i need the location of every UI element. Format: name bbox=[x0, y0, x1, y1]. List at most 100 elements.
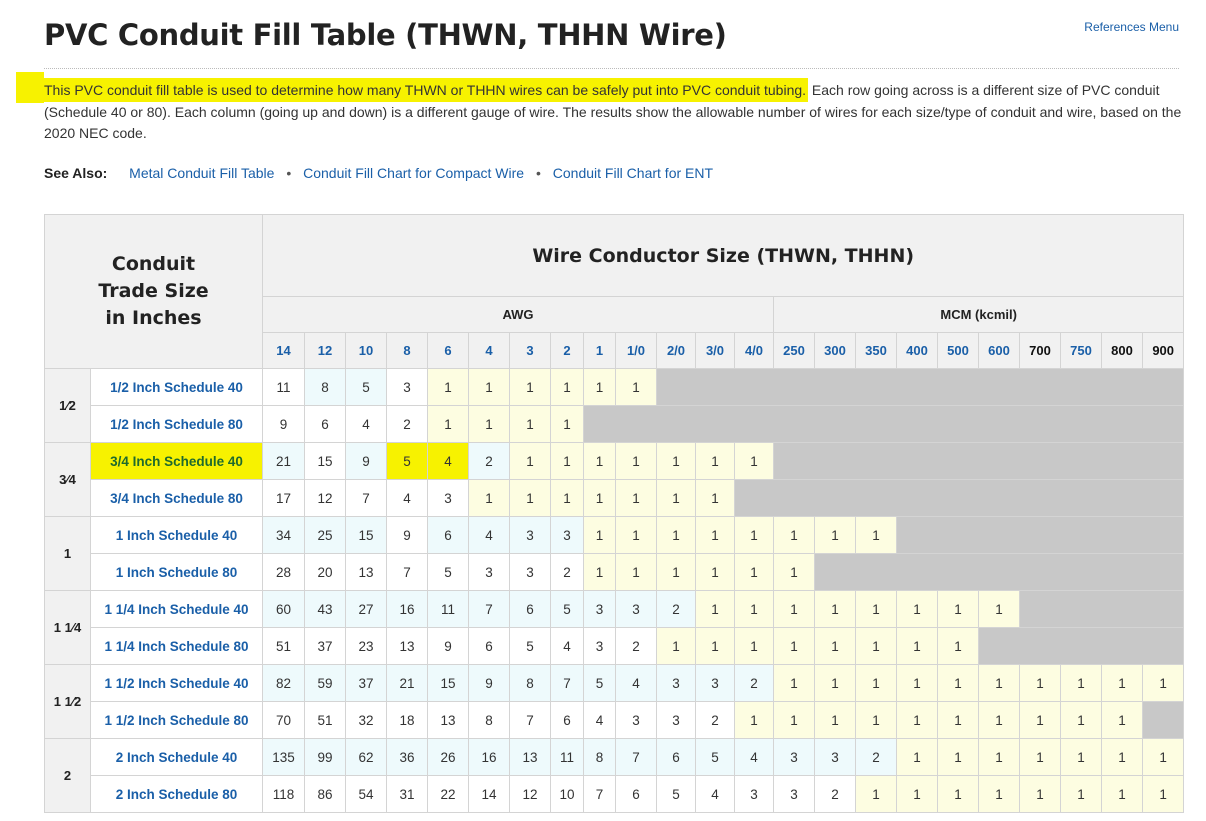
conduit-size-cell: 2 bbox=[44, 738, 91, 813]
fill-count-cell: 17 bbox=[262, 479, 305, 517]
fill-count-cell: 60 bbox=[262, 590, 305, 628]
table-row: 1⁄2 1/2 Inch Schedule 40 11 8 5 3 1 1 1 1 1 1 bbox=[44, 368, 1185, 443]
fill-count-cell: 6 bbox=[656, 738, 696, 776]
fill-count-cell: 2 bbox=[656, 590, 696, 628]
conduit-type-link[interactable]: 3/4 Inch Schedule 80 bbox=[90, 479, 263, 517]
fill-count-cell: 99 bbox=[304, 738, 346, 776]
gauge-header: 350 bbox=[855, 332, 897, 369]
conduit-type-link[interactable]: 1/2 Inch Schedule 80 bbox=[90, 405, 263, 443]
fill-count-cell: 22 bbox=[427, 775, 469, 813]
fill-count-cell: 5 bbox=[509, 627, 551, 665]
table-row: 3⁄4 3/4 Inch Schedule 40 21 15 9 5 4 2 1 1 1 1 1 1 1 bbox=[44, 442, 1185, 517]
gauge-header: 8 bbox=[386, 332, 428, 369]
conduit-type-link[interactable]: 2 Inch Schedule 40 bbox=[90, 738, 263, 776]
fill-count-cell: 31 bbox=[386, 775, 428, 813]
fill-count-cell: 1 bbox=[937, 701, 979, 739]
fill-count-cell: 2 bbox=[615, 627, 657, 665]
fill-count-cell: 1 bbox=[814, 701, 856, 739]
compact-wire-fill-link[interactable]: Conduit Fill Chart for Compact Wire bbox=[303, 165, 524, 181]
conduit-type-link[interactable]: 1 1/2 Inch Schedule 80 bbox=[90, 701, 263, 739]
fill-count-cell: 1 bbox=[615, 442, 657, 480]
fill-count-cell: 9 bbox=[427, 627, 469, 665]
fill-count-cell: 1 bbox=[1060, 701, 1102, 739]
conduit-type-link[interactable]: 1 1/2 Inch Schedule 40 bbox=[90, 664, 263, 702]
fill-count-cell: 1 bbox=[896, 738, 938, 776]
fill-count-cell: 6 bbox=[427, 516, 469, 554]
conduit-size-cell: 3⁄4 bbox=[44, 442, 91, 517]
fill-count-cell: 13 bbox=[386, 627, 428, 665]
fill-count-cell: 21 bbox=[386, 664, 428, 702]
fill-count-cell: 1 bbox=[1141, 664, 1185, 702]
fill-count-cell: 27 bbox=[345, 590, 387, 628]
fill-count-cell: 1 bbox=[1101, 738, 1143, 776]
fill-count-cell: 7 bbox=[468, 590, 510, 628]
fill-count-cell: 3 bbox=[773, 775, 815, 813]
fill-count-cell: 1 bbox=[937, 664, 979, 702]
fill-count-cell: 1 bbox=[773, 627, 815, 665]
conduit-type-link[interactable]: 3/4 Inch Schedule 40 bbox=[90, 442, 263, 480]
fill-count-cell: 13 bbox=[345, 553, 387, 591]
fill-count-cell: 8 bbox=[509, 664, 551, 702]
fill-count-cell: 1 bbox=[615, 368, 657, 406]
fill-count-cell: 1 bbox=[896, 775, 938, 813]
fill-count-cell: 8 bbox=[304, 368, 346, 406]
references-menu-link[interactable]: References Menu bbox=[1084, 20, 1179, 34]
fill-count-cell: 3 bbox=[427, 479, 469, 517]
fill-count-cell: 1 bbox=[734, 516, 774, 554]
fill-count-cell: 1 bbox=[1019, 738, 1061, 776]
fill-count-cell: 1 bbox=[583, 516, 616, 554]
fill-count-cell: 18 bbox=[386, 701, 428, 739]
conduit-size-cell: 1⁄2 bbox=[44, 368, 91, 443]
fill-count-cell: 2 bbox=[550, 553, 584, 591]
fill-count-cell: 4 bbox=[695, 775, 735, 813]
fill-count-cell: 4 bbox=[468, 516, 510, 554]
fill-count-cell: 3 bbox=[386, 368, 428, 406]
fill-count-cell: 5 bbox=[550, 590, 584, 628]
gauge-header: 14 bbox=[262, 332, 305, 369]
table-row: 1 1⁄4 1 1/4 Inch Schedule 40 60 43 27 16 11 7 6 5… bbox=[44, 590, 1185, 665]
intro-highlight-marker bbox=[16, 72, 44, 103]
separator: • bbox=[535, 165, 541, 181]
fill-count-cell: 1 bbox=[509, 405, 551, 443]
fill-count-cell: 1 bbox=[695, 442, 735, 480]
fill-count-cell: 1 bbox=[814, 516, 856, 554]
fill-count-cell: 3 bbox=[468, 553, 510, 591]
fill-count-cell: 20 bbox=[304, 553, 346, 591]
fill-count-cell: 7 bbox=[509, 701, 551, 739]
fill-count-cell: 1 bbox=[583, 479, 616, 517]
not-applicable-cell bbox=[582, 405, 1185, 443]
conduit-type-link[interactable]: 1 Inch Schedule 80 bbox=[90, 553, 263, 591]
fill-count-cell: 1 bbox=[509, 442, 551, 480]
fill-count-cell: 1 bbox=[937, 738, 979, 776]
fill-count-cell: 86 bbox=[304, 775, 346, 813]
fill-count-cell: 4 bbox=[427, 442, 469, 480]
gauge-header: 250 bbox=[773, 332, 815, 369]
fill-count-cell: 1 bbox=[855, 701, 897, 739]
fill-count-cell: 1 bbox=[468, 368, 510, 406]
conduit-type-link[interactable]: 1 1/4 Inch Schedule 80 bbox=[90, 627, 263, 665]
conduit-type-link[interactable]: 1 1/4 Inch Schedule 40 bbox=[90, 590, 263, 628]
table-row: 11 Inch Schedule 40 34 25 15 9 6 4 3 3 1 1 1 1 1 1 1 1 bbox=[44, 516, 1185, 591]
fill-count-cell: 1 bbox=[814, 627, 856, 665]
fill-count-cell: 1 bbox=[656, 442, 696, 480]
not-applicable-cell bbox=[733, 479, 1185, 517]
intro-paragraph: This PVC conduit fill table is used to d… bbox=[44, 78, 1184, 145]
fill-count-cell: 2 bbox=[386, 405, 428, 443]
title-divider bbox=[44, 68, 1179, 69]
conduit-type-link[interactable]: 1/2 Inch Schedule 40 bbox=[90, 368, 263, 406]
conduit-type-link[interactable]: 2 Inch Schedule 80 bbox=[90, 775, 263, 813]
fill-count-cell: 59 bbox=[304, 664, 346, 702]
fill-count-cell: 5 bbox=[583, 664, 616, 702]
fill-count-cell: 1 bbox=[509, 368, 551, 406]
fill-count-cell: 43 bbox=[304, 590, 346, 628]
not-applicable-cell bbox=[977, 627, 1185, 665]
metal-conduit-fill-link[interactable]: Metal Conduit Fill Table bbox=[129, 165, 274, 181]
fill-count-cell: 1 bbox=[734, 553, 774, 591]
fill-count-cell: 13 bbox=[509, 738, 551, 776]
ent-fill-link[interactable]: Conduit Fill Chart for ENT bbox=[553, 165, 713, 181]
conduit-type-link[interactable]: 1 Inch Schedule 40 bbox=[90, 516, 263, 554]
fill-count-cell: 1 bbox=[978, 664, 1020, 702]
conduit-size-header: Conduit Trade Size in Inches bbox=[44, 214, 263, 369]
table-row: 1 Inch Schedule 80 28 20 13 7 5 3 3 2 1 1 1 1 1 1 bbox=[45, 553, 1185, 591]
fill-count-cell: 9 bbox=[262, 405, 305, 443]
